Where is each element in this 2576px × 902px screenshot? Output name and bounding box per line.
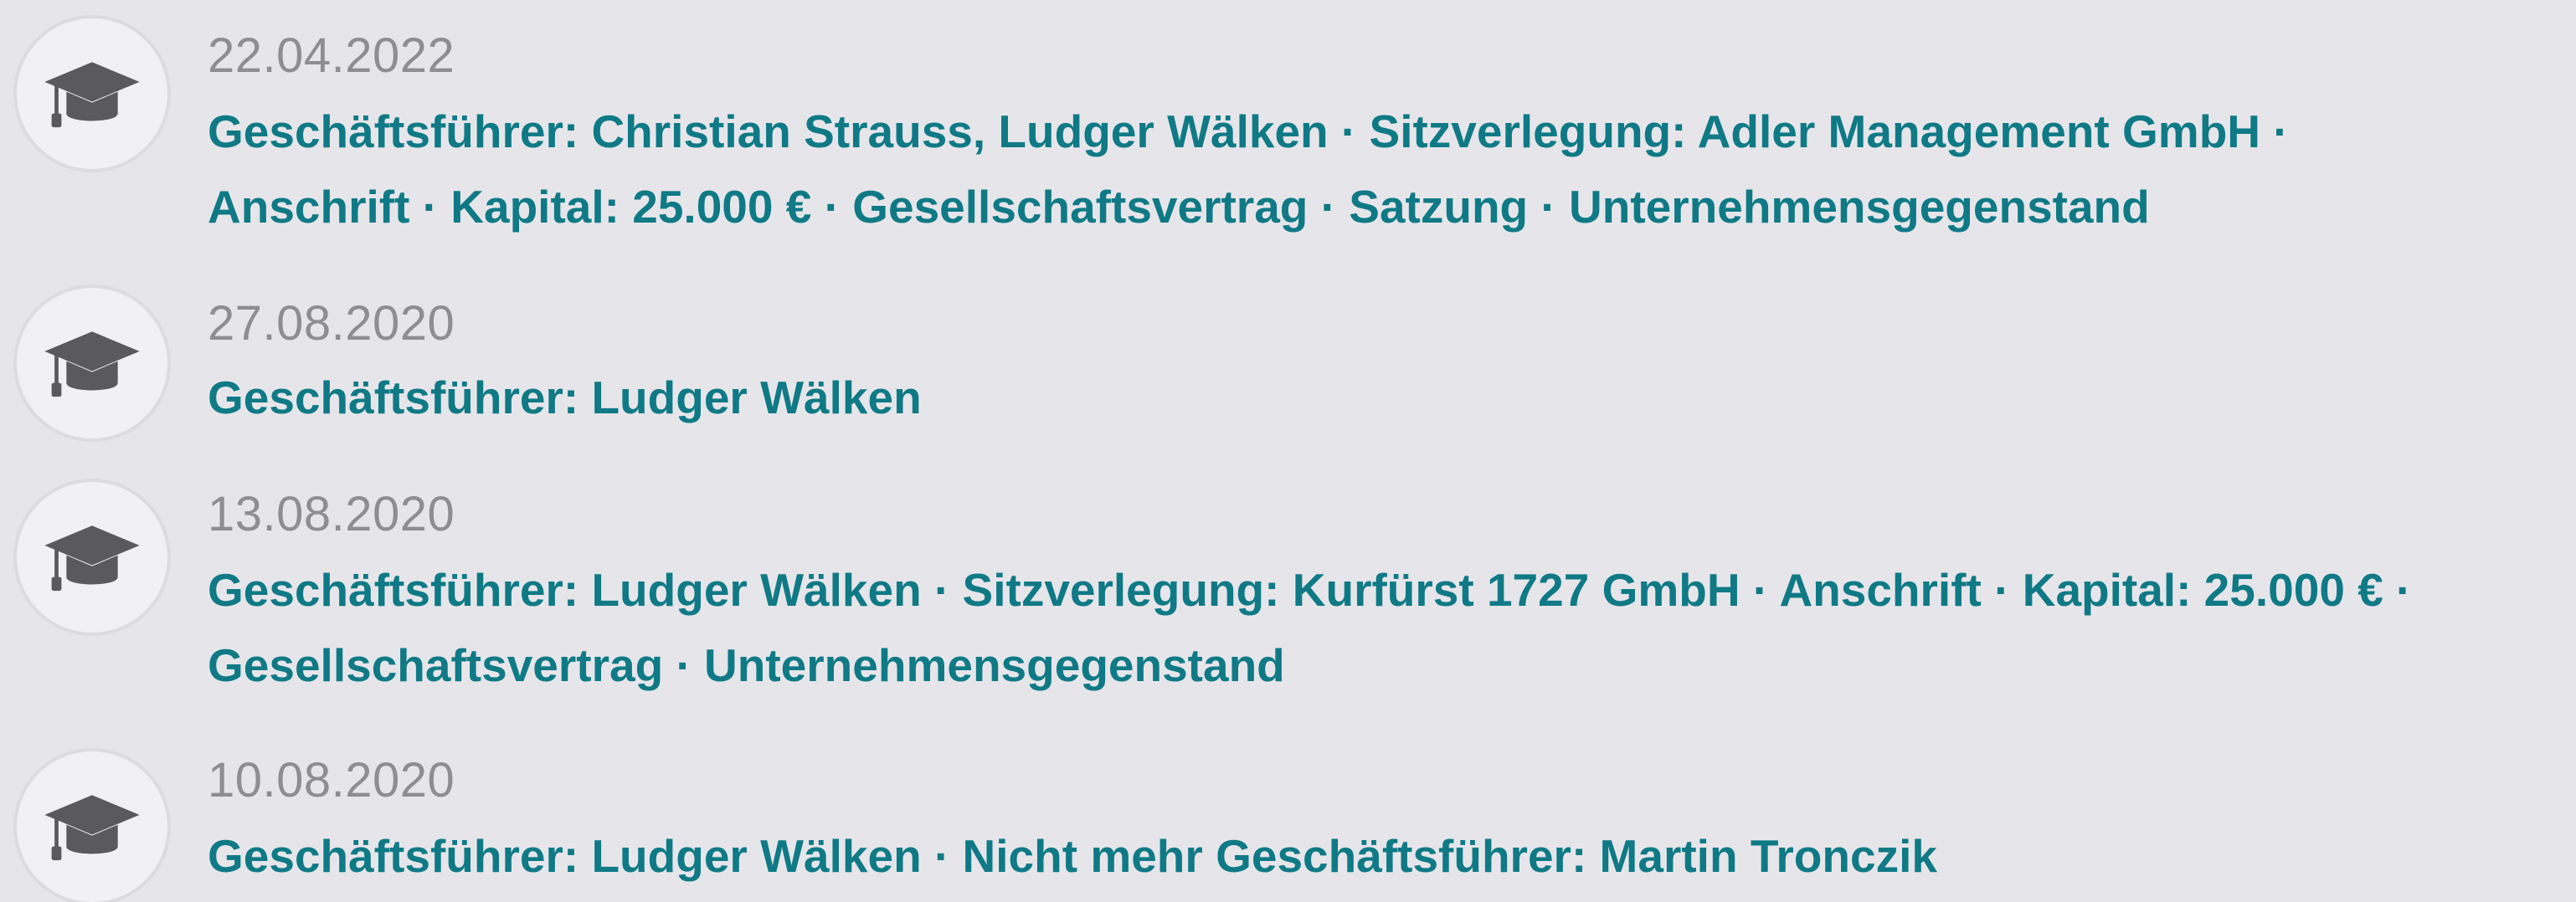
entry-description-line[interactable]: Geschäftsführer: Ludger Wälken · Nicht m…: [208, 818, 2576, 894]
entry-description: Geschäftsführer: Ludger Wälken · Sitzver…: [208, 552, 2576, 703]
entry-description-line[interactable]: Gesellschaftsvertrag · Unternehmensgegen…: [208, 628, 2576, 703]
entry-description-line[interactable]: Anschrift · Kapital: 25.000 € · Gesellsc…: [208, 169, 2576, 244]
entry-description: Geschäftsführer: Ludger Wälken: [208, 360, 2576, 435]
graduation-cap-icon: [17, 751, 167, 902]
entry-description-line[interactable]: Geschäftsführer: Ludger Wälken · Sitzver…: [208, 552, 2576, 628]
timeline-list: 22.04.2022 Geschäftsführer: Christian St…: [0, 0, 2576, 902]
entry-date: 22.04.2022: [208, 28, 455, 83]
graduation-cap-icon: [17, 482, 167, 633]
entry-date: 27.08.2020: [208, 296, 455, 351]
entry-description: Geschäftsführer: Ludger Wälken · Nicht m…: [208, 818, 2576, 894]
graduation-cap-icon: [17, 18, 167, 169]
graduation-cap-icon: [17, 288, 167, 438]
entry-description-line[interactable]: Geschäftsführer: Ludger Wälken: [208, 360, 2576, 435]
entry-description: Geschäftsführer: Christian Strauss, Ludg…: [208, 94, 2576, 244]
entry-date: 10.08.2020: [208, 753, 455, 807]
entry-description-line[interactable]: Geschäftsführer: Christian Strauss, Ludg…: [208, 94, 2576, 169]
entry-date: 13.08.2020: [208, 487, 455, 541]
